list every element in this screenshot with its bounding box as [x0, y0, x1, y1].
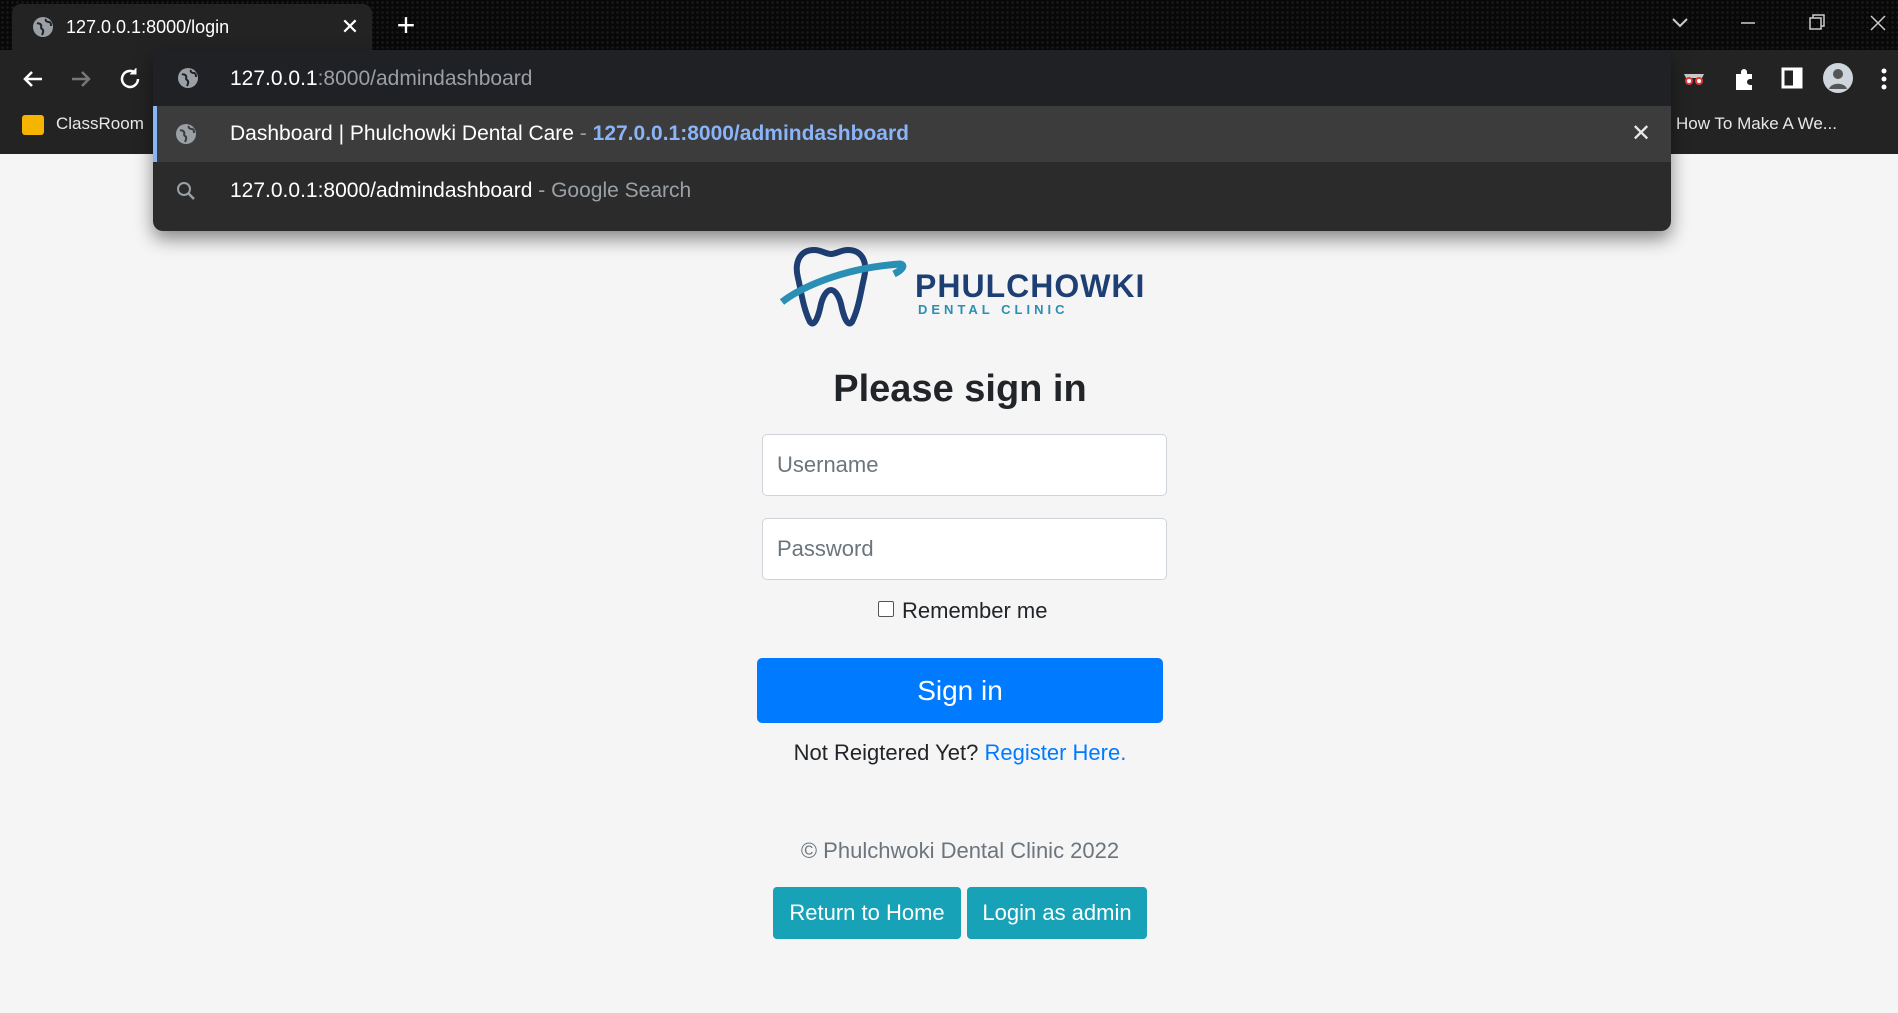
side-panel-icon[interactable]: [1776, 62, 1808, 94]
globe-icon: [32, 16, 54, 38]
search-icon: [175, 180, 197, 202]
globe-icon: [177, 67, 199, 89]
back-arrow-icon[interactable]: [18, 64, 48, 94]
close-icon[interactable]: ✕: [1629, 122, 1653, 146]
suggestion-separator: -: [573, 122, 593, 145]
address-path: :8000/admindashboard: [317, 67, 533, 90]
restore-button[interactable]: [1796, 8, 1836, 38]
globe-icon: [175, 123, 197, 145]
tab-search-button[interactable]: [1660, 8, 1700, 38]
bookmark-how-to-make[interactable]: How To Make A We...: [1676, 114, 1837, 138]
logo-title: PHULCHOWKI: [915, 268, 1146, 304]
new-tab-button[interactable]: +: [390, 9, 422, 42]
password-field[interactable]: [762, 518, 1167, 580]
forward-arrow-icon[interactable]: [66, 64, 96, 94]
close-icon[interactable]: ✕: [338, 15, 362, 39]
register-prompt: Not Reigtered Yet? Register Here.: [760, 740, 1160, 766]
tooth-logo-icon: [779, 246, 907, 327]
menu-dots-icon[interactable]: [1874, 62, 1898, 94]
sign-in-button[interactable]: Sign in: [757, 658, 1163, 723]
suggestion-text: Dashboard | Phulchowki Dental Care - 127…: [230, 122, 909, 146]
omnibox-dropdown: 127.0.0.1:8000/admindashboard Dashboard …: [153, 50, 1671, 231]
minimize-button[interactable]: [1728, 8, 1768, 38]
remember-label[interactable]: Remember me: [902, 598, 1047, 624]
return-home-button[interactable]: Return to Home: [773, 887, 961, 939]
clinic-logo: PHULCHOWKI DENTAL CLINIC: [778, 240, 1144, 328]
register-link[interactable]: Register Here.: [984, 740, 1126, 765]
extension-spy-icon[interactable]: [1678, 62, 1710, 94]
suggestion-text: 127.0.0.1:8000/admindashboard - Google S…: [230, 179, 691, 203]
suggestion-title: 127.0.0.1:8000/admindashboard: [230, 179, 533, 202]
username-field[interactable]: [762, 434, 1167, 496]
browser-tab[interactable]: 127.0.0.1:8000/login ✕: [12, 4, 372, 50]
suggestion-item[interactable]: Dashboard | Phulchowki Dental Care - 127…: [153, 106, 1671, 162]
reload-icon[interactable]: [115, 64, 145, 94]
extensions-puzzle-icon[interactable]: [1728, 62, 1760, 94]
suggestion-meta: Google Search: [551, 179, 692, 202]
tab-title: 127.0.0.1:8000/login: [66, 17, 230, 37]
suggestion-title: Dashboard | Phulchowki Dental Care: [230, 122, 574, 145]
address-host: 127.0.0.1: [230, 67, 318, 90]
avatar[interactable]: [1822, 62, 1854, 94]
bookmark-classroom[interactable]: ClassRoom: [56, 114, 144, 138]
classroom-icon: [22, 115, 44, 135]
logo-subtitle: DENTAL CLINIC: [918, 302, 1069, 317]
remember-checkbox[interactable]: [878, 601, 894, 617]
page-title: Please sign in: [833, 368, 1087, 410]
close-window-button[interactable]: [1858, 8, 1898, 38]
suggestion-url: 127.0.0.1:8000/admindashboard: [592, 122, 909, 145]
copyright: © Phulchwoki Dental Clinic 2022: [800, 838, 1120, 863]
suggestion-item[interactable]: 127.0.0.1:8000/admindashboard - Google S…: [153, 163, 1671, 219]
login-admin-button[interactable]: Login as admin: [967, 887, 1147, 939]
address-bar[interactable]: 127.0.0.1:8000/admindashboard: [153, 50, 1671, 106]
register-text: Not Reigtered Yet?: [793, 740, 985, 765]
suggestion-separator: -: [532, 179, 552, 202]
address-text: 127.0.0.1:8000/admindashboard: [230, 67, 532, 91]
